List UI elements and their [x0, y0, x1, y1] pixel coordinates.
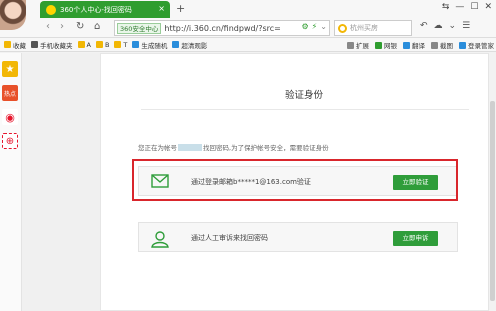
avatar[interactable] [0, 0, 26, 30]
star-icon[interactable]: ★ [2, 61, 18, 77]
chevron-down-icon[interactable]: ⌄ [449, 21, 457, 31]
forward-button[interactable]: › [60, 21, 64, 32]
undo-icon[interactable]: ↶ [420, 21, 428, 31]
translate-icon [403, 41, 410, 49]
video-icon [172, 41, 180, 48]
search-input[interactable]: 杭州买房 [350, 23, 378, 33]
minimize-button[interactable]: — [455, 2, 464, 12]
bookmark-item[interactable]: B [95, 41, 109, 49]
url-text[interactable]: http://i.360.cn/findpwd/?src= [164, 24, 280, 33]
window-controls: ⇆ — ☐ ✕ [442, 2, 492, 12]
bookmarks-bar: 收藏 手机收藏夹 A B T 生成随机 超清观影 扩展 网银 翻译 截图 登录管… [0, 38, 496, 52]
page-title: 验证身份 [284, 90, 323, 101]
appeal-text: 通过人工审诉来找回密码 [191, 234, 268, 242]
folder-icon [95, 41, 103, 48]
highlight-box [132, 159, 458, 201]
tab-active[interactable]: 360个人中心-找回密码 × [40, 1, 170, 18]
left-sidebar: ★ 热点 ◉ ⊕ [0, 53, 22, 311]
toolbar-right: ↶ ☁ ⌄ ☰ [420, 21, 470, 31]
menu-icon[interactable]: ☰ [462, 21, 470, 31]
home-button[interactable]: ⌂ [94, 21, 100, 32]
maximize-button[interactable]: ☐ [470, 2, 478, 12]
user-icon [151, 230, 169, 250]
address-bar[interactable]: 360安全中心 http://i.360.cn/findpwd/?src= ⚙ … [114, 20, 330, 36]
cloud-icon[interactable]: ☁ [434, 21, 443, 31]
tab-bar: 360个人中心-找回密码 × + ⇆ — ☐ ✕ [0, 0, 496, 30]
bookmark-item[interactable]: 超清观影 [172, 40, 207, 50]
folder-icon [114, 41, 122, 48]
translate-button[interactable]: 翻译 [403, 40, 425, 50]
window-switch-button[interactable]: ⇆ [442, 2, 450, 12]
bookmark-item[interactable]: A [77, 41, 91, 49]
search-box[interactable]: 杭州买房 [334, 20, 412, 36]
scissors-icon [431, 41, 438, 49]
close-window-button[interactable]: ✕ [484, 2, 492, 12]
scrollbar-thumb[interactable] [490, 101, 495, 301]
phone-icon [31, 41, 38, 48]
divider [141, 109, 469, 110]
login-manager-button[interactable]: 登录管家 [459, 40, 494, 50]
appeal-now-button[interactable]: 立即申诉 [393, 231, 438, 246]
bookmarks-right: 扩展 网银 翻译 截图 登录管家 [347, 40, 494, 50]
bank-button[interactable]: 网银 [375, 40, 397, 50]
search-engine-icon [338, 23, 347, 33]
star-icon [4, 41, 11, 48]
page-icon [132, 41, 140, 48]
appeal-option: 通过人工审诉来找回密码 立即申诉 [138, 222, 458, 252]
weibo-icon[interactable]: ◉ [2, 109, 18, 125]
site-badge: 360安全中心 [117, 22, 162, 34]
speed-icon[interactable]: ⚡ [312, 22, 318, 31]
shield-icon [375, 41, 382, 49]
extensions-button[interactable]: 扩展 [347, 40, 369, 50]
page-content: 验证身份 您正在为帐号 找回密码,为了保护帐号安全，需要验证身份 通过登录邮箱b*… [22, 53, 496, 311]
reload-button[interactable]: ↻ [76, 21, 84, 32]
add-icon[interactable]: ⊕ [2, 133, 18, 149]
tab-title: 360个人中心-找回密码 [60, 5, 132, 14]
360-logo-icon [46, 4, 56, 15]
bookmark-item[interactable]: 生成随机 [132, 40, 167, 50]
folder-icon [77, 41, 85, 48]
bookmark-item[interactable]: T [114, 41, 127, 49]
new-tab-button[interactable]: + [176, 2, 185, 15]
bookmark-item[interactable]: 手机收藏夹 [31, 40, 73, 50]
bookmark-item[interactable]: 收藏 [4, 40, 26, 50]
security-icon[interactable]: ⚙ [302, 22, 309, 31]
key-icon [459, 41, 466, 49]
dropdown-icon[interactable]: ⌄ [320, 22, 327, 31]
verify-card: 验证身份 您正在为帐号 找回密码,为了保护帐号安全，需要验证身份 通过登录邮箱b*… [100, 53, 496, 311]
scrollbar[interactable] [488, 53, 496, 311]
back-button[interactable]: ‹ [46, 21, 50, 32]
masked-account [178, 143, 202, 151]
tab-close-icon[interactable]: × [158, 4, 165, 13]
intro-text: 您正在为帐号 找回密码,为了保护帐号安全，需要验证身份 [138, 143, 329, 152]
screenshot-button[interactable]: 截图 [431, 40, 453, 50]
address-icons: ⚙ ⚡ ⌄ [302, 22, 328, 31]
navigation-bar: ‹ › ↻ ⌂ 360安全中心 http://i.360.cn/findpwd/… [0, 18, 496, 38]
grid-icon [347, 41, 354, 49]
news-icon[interactable]: 热点 [2, 85, 18, 101]
